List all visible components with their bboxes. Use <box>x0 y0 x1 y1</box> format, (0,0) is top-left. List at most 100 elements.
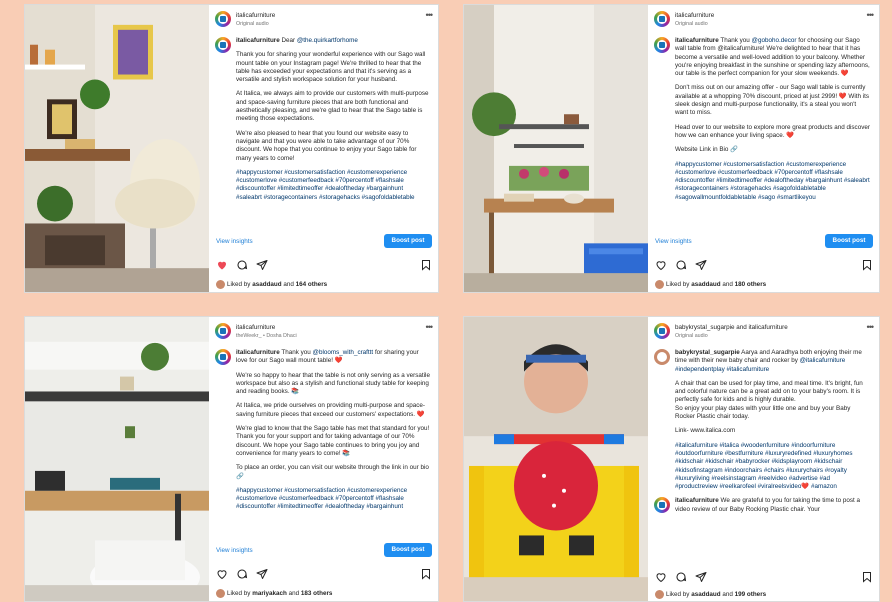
reply-username[interactable]: italicafurniture <box>675 497 719 504</box>
heart-icon[interactable] <box>216 259 228 271</box>
caption-username[interactable]: italicafurniture <box>236 37 280 44</box>
hashtags[interactable]: #happycustomer #customersatisfaction #cu… <box>236 169 430 202</box>
post-details: italicafurniture Original audio ••• ital… <box>648 5 879 292</box>
liked-prefix: Liked by <box>227 281 251 289</box>
avatar[interactable] <box>215 349 231 365</box>
heart-icon[interactable] <box>655 571 667 583</box>
avatar[interactable] <box>654 11 670 27</box>
save-icon[interactable] <box>861 259 873 271</box>
mention-link[interactable]: @blooms_with_crafttt <box>313 349 374 356</box>
likes-count[interactable]: 180 others <box>735 281 767 288</box>
avatar[interactable] <box>654 323 670 339</box>
share-icon[interactable] <box>695 571 707 583</box>
audio-subtitle[interactable]: Original audio <box>236 20 269 28</box>
liked-prefix: Liked by <box>227 590 251 598</box>
likes-count[interactable]: 183 others <box>301 590 333 597</box>
liker-username[interactable]: asaddaud <box>252 281 281 288</box>
avatar[interactable] <box>654 37 670 53</box>
hashtags[interactable]: #happycustomer #customersatisfaction #cu… <box>236 487 430 512</box>
boost-post-button[interactable]: Boost post <box>384 234 432 248</box>
audio-subtitle[interactable]: Original audio <box>675 20 708 28</box>
comment-icon[interactable] <box>236 259 248 271</box>
likes-count[interactable]: 199 others <box>735 591 767 598</box>
liked-by[interactable]: Liked by asaddaud and 180 others <box>655 280 766 289</box>
liked-and: and <box>722 281 733 289</box>
liker-username[interactable]: mariyakach <box>252 590 287 597</box>
save-icon[interactable] <box>861 571 873 583</box>
view-insights-link[interactable]: View insights <box>655 238 692 246</box>
post-details: italicafurniture theWeekr_ • Dosha Dhaci… <box>209 317 438 601</box>
audio-subtitle[interactable]: theWeekr_ • Dosha Dhaci <box>236 332 297 340</box>
caption-lead: Thank you <box>720 37 750 44</box>
liked-and: and <box>283 281 294 289</box>
heart-icon[interactable] <box>216 568 228 580</box>
reply-comment: italicafurniture We are grateful to you … <box>654 497 871 514</box>
post-card-1: italicafurniture Original audio ••• ital… <box>24 4 439 293</box>
more-options-icon[interactable]: ••• <box>426 10 434 19</box>
hashtags[interactable]: #italicafurniture #italica #woodenfurnit… <box>675 442 871 492</box>
caption-paragraph: At Italica, we always aim to provide our… <box>236 90 429 123</box>
comment-icon[interactable] <box>675 259 687 271</box>
hashtags[interactable]: #happycustomer #customersatisfaction #cu… <box>675 161 871 202</box>
caption-paragraph: We're so happy to hear that the table is… <box>236 371 430 396</box>
caption-username[interactable]: italicafurniture <box>675 37 719 44</box>
liked-prefix: Liked by <box>666 591 690 599</box>
post-photo-balcony-table[interactable] <box>464 5 648 292</box>
post-photo-desk-chair[interactable] <box>25 5 209 292</box>
avatar[interactable] <box>215 37 231 53</box>
avatar[interactable] <box>215 323 231 339</box>
share-icon[interactable] <box>256 259 268 271</box>
view-insights-link[interactable]: View insights <box>216 547 253 555</box>
liked-by[interactable]: Liked by asaddaud and 164 others <box>216 280 327 289</box>
save-icon[interactable] <box>420 568 432 580</box>
avatar[interactable] <box>654 497 670 514</box>
caption-paragraph: Thank you for sharing your wonderful exp… <box>236 51 426 84</box>
share-icon[interactable] <box>695 259 707 271</box>
post-footer: View insights Boost post Liked by asadda… <box>648 234 879 292</box>
caption-username[interactable]: italicafurniture <box>236 349 280 356</box>
more-options-icon[interactable]: ••• <box>867 10 875 19</box>
comment-icon[interactable] <box>675 571 687 583</box>
mention-link[interactable]: @the.quirkartforhome <box>297 37 358 44</box>
post-details: italicafurniture Original audio ••• ital… <box>209 5 438 292</box>
post-header: italicafurniture Original audio ••• <box>215 9 434 31</box>
likes-count[interactable]: 164 others <box>296 281 328 288</box>
post-photo-baby-rocker[interactable] <box>464 317 648 601</box>
caption: italicafurniture Thank you @goboho.decor… <box>654 37 871 232</box>
liker-username[interactable]: asaddaud <box>691 281 720 288</box>
boost-post-button[interactable]: Boost post <box>825 234 873 248</box>
liked-by[interactable]: Liked by asaddaud and 199 others <box>655 590 766 599</box>
caption-paragraph: Head over to our website to explore more… <box>675 123 870 139</box>
action-bar <box>216 259 432 273</box>
audio-subtitle[interactable]: Original audio <box>675 332 708 340</box>
heart-icon[interactable] <box>655 259 667 271</box>
caption: babykrystal_sugarpie Aarya and Aaradhya … <box>654 349 871 571</box>
liked-by[interactable]: Liked by mariyakach and 183 others <box>216 589 332 598</box>
caption-paragraph: So enjoy your play dates with your littl… <box>675 404 851 421</box>
caption-paragraph: We're glad to know that the Sago table h… <box>236 425 430 457</box>
liker-avatar <box>655 280 664 289</box>
liker-username[interactable]: asaddaud <box>691 591 720 598</box>
avatar[interactable] <box>654 349 670 365</box>
post-photo-study-table[interactable] <box>25 317 209 601</box>
post-card-3: italicafurniture theWeekr_ • Dosha Dhaci… <box>24 316 439 602</box>
share-icon[interactable] <box>256 568 268 580</box>
post-card-4: babykrystal_sugarpie and italicafurnitur… <box>463 316 880 602</box>
liked-prefix: Liked by <box>666 281 690 289</box>
caption-username[interactable]: babykrystal_sugarpie <box>675 349 740 356</box>
boost-post-button[interactable]: Boost post <box>384 543 432 557</box>
caption-paragraph: Don't miss out on our amazing offer - ou… <box>675 84 870 117</box>
mention-link[interactable]: @goboho.decor <box>752 37 797 44</box>
avatar[interactable] <box>215 11 231 27</box>
comment-icon[interactable] <box>236 568 248 580</box>
post-footer: Liked by asaddaud and 199 others <box>648 571 879 601</box>
more-options-icon[interactable]: ••• <box>426 322 434 331</box>
post-header: italicafurniture theWeekr_ • Dosha Dhaci… <box>215 321 434 343</box>
post-footer: View insights Boost post Liked by asadda… <box>209 234 438 292</box>
action-bar <box>655 259 873 273</box>
liked-and: and <box>288 590 300 598</box>
more-options-icon[interactable]: ••• <box>867 322 875 331</box>
save-icon[interactable] <box>420 259 432 271</box>
view-insights-link[interactable]: View insights <box>216 238 253 246</box>
caption-paragraph: At Italica, we pride ourselves on provid… <box>236 402 426 418</box>
